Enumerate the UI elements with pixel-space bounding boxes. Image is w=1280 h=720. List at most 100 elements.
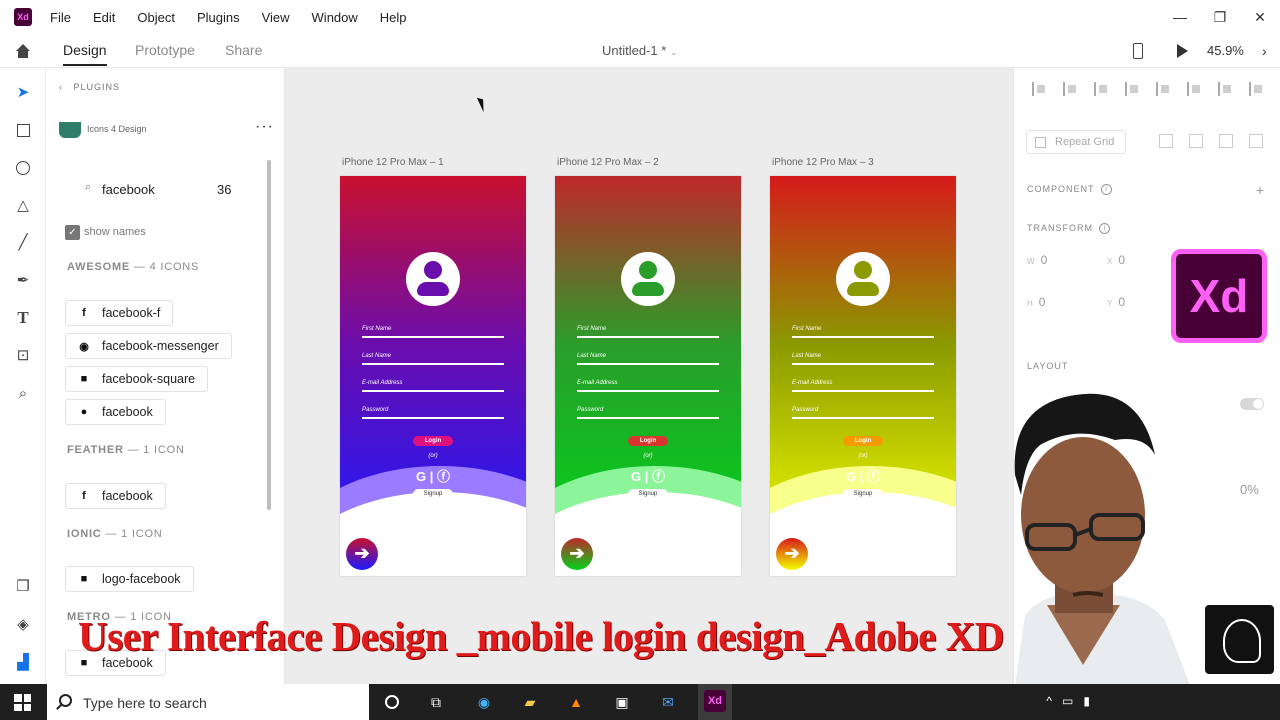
form-field[interactable]: E-mail Address [362,380,504,400]
close-icon[interactable]: ✕ [1240,0,1280,34]
artboard[interactable]: First Name Last Name E-mail Address Passwor… [770,176,956,576]
vlc-icon[interactable]: ▲ [564,690,588,714]
polygon-tool-icon[interactable]: △ [13,195,33,215]
distribute-vertical-icon[interactable] [1125,82,1142,96]
form-field[interactable]: Password [792,407,934,427]
taskbar-xd-app[interactable]: Xd [698,684,732,720]
task-view-icon[interactable]: ⧉ [424,690,448,714]
y-field[interactable]: Y0 [1107,295,1125,309]
search-input[interactable]: facebook [102,182,155,197]
menu-help[interactable]: Help [380,10,407,25]
file-explorer-icon[interactable]: ▰ [518,690,542,714]
opacity-value[interactable]: 0% [1240,482,1259,497]
text-tool-icon[interactable]: T [13,308,33,328]
menu-file[interactable]: File [50,10,71,25]
zoom-tool-icon[interactable]: ⌕ [13,383,33,403]
menu-plugins[interactable]: Plugins [197,10,240,25]
align-right-icon[interactable] [1218,82,1235,96]
artboard[interactable]: First Name Last Name E-mail Address Passwor… [555,176,741,576]
pen-tool-icon[interactable]: ✒ [13,270,33,290]
form-field[interactable]: First Name [792,326,934,346]
play-icon[interactable] [1177,44,1188,58]
tab-share[interactable]: Share [225,42,262,58]
battery-icon[interactable]: ▮ [1083,694,1090,708]
artboard[interactable]: First Name Last Name E-mail Address Passwor… [340,176,526,576]
cortana-icon[interactable] [380,690,404,714]
menu-object[interactable]: Object [137,10,175,25]
meet-now-icon[interactable]: ▭ [1062,694,1073,708]
form-field[interactable]: Password [577,407,719,427]
panel-scrollbar[interactable] [267,160,271,510]
login-button[interactable]: Login [843,436,883,446]
form-field[interactable]: Last Name [362,353,504,373]
icon-item[interactable]: ◉ facebook-messenger [65,333,232,359]
form-field[interactable]: Password [362,407,504,427]
form-field[interactable]: Last Name [577,353,719,373]
signup-button[interactable]: Signup [628,489,668,500]
icon-item[interactable]: f facebook-f [65,300,174,326]
arrow-right-icon[interactable]: ➔ [776,538,808,570]
artboard-label[interactable]: iPhone 12 Pro Max – 1 [342,157,444,168]
form-field[interactable]: E-mail Address [577,380,719,400]
minimize-icon[interactable]: — [1160,0,1200,34]
assets-icon[interactable]: ❐ [13,576,33,596]
x-field[interactable]: X0 [1107,253,1125,267]
icon-search[interactable]: ⌕ facebook 36 [67,176,247,200]
signup-button[interactable]: Signup [413,489,453,500]
show-names-checkbox[interactable]: ✓ show names [65,224,146,240]
chevron-up-icon[interactable]: ^ [1046,694,1052,708]
subtract-boolean-icon[interactable] [1189,134,1203,148]
mail-icon[interactable]: ✉ [656,690,680,714]
windows-start-icon[interactable] [14,694,31,711]
plus-icon[interactable]: + [1256,182,1264,198]
intersect-boolean-icon[interactable] [1219,134,1233,148]
select-tool-icon[interactable]: ➤ [13,82,33,102]
exclude-boolean-icon[interactable] [1249,134,1263,148]
form-field[interactable]: E-mail Address [792,380,934,400]
layers-icon[interactable]: ◈ [13,614,33,634]
login-button[interactable]: Login [413,436,453,446]
menu-view[interactable]: View [262,10,290,25]
zoom-level[interactable]: 45.9% [1207,43,1244,58]
signup-button[interactable]: Signup [843,489,883,500]
login-button[interactable]: Login [628,436,668,446]
align-middle-icon[interactable] [1063,82,1080,96]
more-options-icon[interactable]: ··· [255,118,274,136]
add-boolean-icon[interactable] [1159,134,1173,148]
chevron-right-icon[interactable]: › [1262,43,1267,59]
home-icon[interactable] [14,42,32,60]
edge-icon[interactable]: ◉ [472,690,496,714]
artboard-label[interactable]: iPhone 12 Pro Max – 2 [557,157,659,168]
width-field[interactable]: W0 [1027,253,1047,267]
form-field[interactable]: First Name [577,326,719,346]
rectangle-tool-icon[interactable] [13,120,33,140]
artboard-tool-icon[interactable]: ⊡ [13,345,33,365]
align-bottom-icon[interactable] [1094,82,1111,96]
layout-toggle[interactable] [1240,398,1264,410]
info-icon[interactable]: i [1100,184,1112,196]
store-icon[interactable]: ▣ [610,690,634,714]
device-preview-icon[interactable] [1133,43,1143,59]
menu-window[interactable]: Window [312,10,358,25]
ellipse-tool-icon[interactable] [13,158,33,178]
restore-icon[interactable]: ❐ [1200,0,1240,34]
social-login-icons[interactable]: G | ⓕ [340,466,526,485]
info-icon[interactable]: i [1099,223,1110,235]
align-top-icon[interactable] [1032,82,1049,96]
distribute-horizontal-icon[interactable] [1249,82,1266,96]
tab-design[interactable]: Design [63,42,107,66]
plugins-back[interactable]: ‹ PLUGINS [59,82,120,92]
line-tool-icon[interactable]: ╱ [13,232,33,252]
icon-item[interactable]: ● facebook [65,399,166,425]
social-login-icons[interactable]: G | ⓕ [770,466,956,485]
form-field[interactable]: Last Name [792,353,934,373]
repeat-grid-button[interactable]: Repeat Grid [1026,130,1126,154]
menu-edit[interactable]: Edit [93,10,115,25]
tab-prototype[interactable]: Prototype [135,42,195,58]
icon-item[interactable]: ■ logo-facebook [65,566,194,592]
design-canvas[interactable]: iPhone 12 Pro Max – 1 First Name Last Name… [285,68,1013,684]
social-login-icons[interactable]: G | ⓕ [555,466,741,485]
plugin-row[interactable]: Icons 4 Design ··· [59,118,279,142]
align-center-icon[interactable] [1187,82,1204,96]
align-left-icon[interactable] [1156,82,1173,96]
